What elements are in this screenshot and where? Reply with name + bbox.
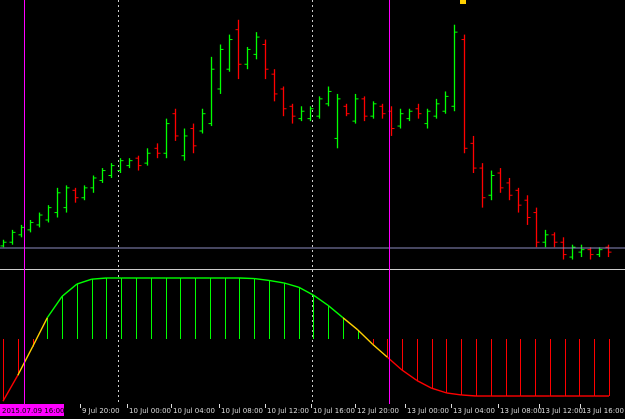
time-axis-label: 13 Jul 12:00 — [541, 407, 583, 415]
time-axis-label: 9 Jul 20:00 — [82, 407, 120, 415]
time-axis-label: 10 Jul 04:00 — [173, 407, 215, 415]
time-axis-label: 13 Jul 16:00 — [582, 407, 624, 415]
time-axis-label: 10 Jul 16:00 — [313, 407, 355, 415]
cursor-time-stamp: 2015.07.09 16:00 — [2, 407, 64, 415]
chart-canvas[interactable]: 2015.07.09 16:00 9 Jul 20:00 10 Jul 00:00… — [0, 0, 625, 419]
top-right-marker — [460, 0, 466, 4]
time-axis-label: 10 Jul 00:00 — [129, 407, 171, 415]
indicator-line-segment — [239, 277, 255, 280]
time-axis-label: 12 Jul 20:00 — [357, 407, 399, 415]
time-axis-label: 13 Jul 00:00 — [407, 407, 449, 415]
time-axis-label: 13 Jul 04:00 — [453, 407, 495, 415]
time-axis-label: 10 Jul 08:00 — [221, 407, 263, 415]
time-axis-label: 13 Jul 08:00 — [500, 407, 542, 415]
time-axis-label: 10 Jul 12:00 — [267, 407, 309, 415]
